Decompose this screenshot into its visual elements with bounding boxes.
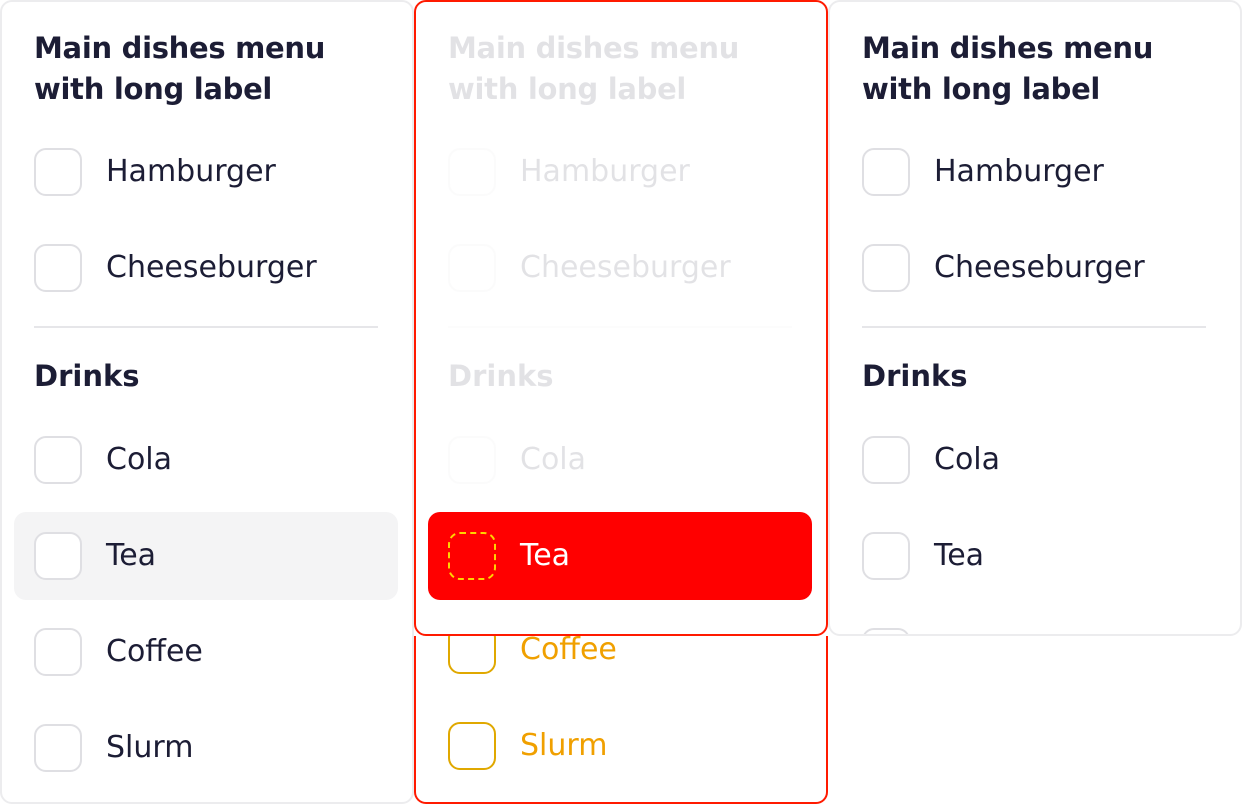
checkbox[interactable] bbox=[862, 532, 910, 580]
option-coffee[interactable]: Coffee bbox=[14, 608, 398, 696]
group-title-main: Main dishes menu with long label bbox=[448, 31, 740, 106]
option-label: Cola bbox=[520, 442, 587, 477]
option-label: Coffee bbox=[106, 634, 203, 669]
option-slurm[interactable]: Slurm bbox=[14, 704, 398, 792]
checkbox[interactable] bbox=[34, 244, 82, 292]
checkbox[interactable] bbox=[448, 148, 496, 196]
divider bbox=[862, 326, 1206, 328]
option-hamburger[interactable]: Hamburger bbox=[842, 128, 1226, 216]
option-cola[interactable]: Cola bbox=[428, 416, 812, 504]
option-label: Cola bbox=[934, 442, 1001, 477]
option-cheeseburger[interactable]: Cheeseburger bbox=[428, 224, 812, 312]
option-cheeseburger[interactable]: Cheeseburger bbox=[14, 224, 398, 312]
checkbox[interactable] bbox=[34, 724, 82, 772]
checkbox[interactable] bbox=[862, 628, 910, 634]
option-cola[interactable]: Cola bbox=[842, 416, 1226, 504]
option-label: Cheeseburger bbox=[520, 250, 731, 285]
option-label: Tea bbox=[934, 538, 985, 573]
option-label: Cheeseburger bbox=[106, 250, 317, 285]
option-label: Tea bbox=[106, 538, 157, 573]
checkbox-focused[interactable] bbox=[448, 532, 496, 580]
option-cola[interactable]: Cola bbox=[14, 416, 398, 504]
checkbox[interactable] bbox=[448, 636, 496, 674]
option-coffee[interactable]: Coffee bbox=[428, 636, 812, 694]
divider bbox=[34, 326, 378, 328]
option-label: Slurm bbox=[106, 730, 194, 765]
option-tea[interactable]: Tea bbox=[842, 512, 1226, 600]
checkbox-menu-demo: Main dishes menu with long label Hamburg… bbox=[0, 0, 1242, 804]
checkbox[interactable] bbox=[862, 244, 910, 292]
option-tea[interactable]: Tea bbox=[14, 512, 398, 600]
option-label: Hamburger bbox=[520, 154, 690, 189]
option-label: Cola bbox=[106, 442, 173, 477]
menu-panel-high-contrast: Main dishes menu with long label Hamburg… bbox=[414, 0, 828, 636]
checkbox[interactable] bbox=[34, 628, 82, 676]
divider bbox=[448, 326, 792, 328]
option-hamburger[interactable]: Hamburger bbox=[14, 128, 398, 216]
checkbox[interactable] bbox=[34, 436, 82, 484]
checkbox[interactable] bbox=[448, 722, 496, 770]
menu-panel-full: Main dishes menu with long label Hamburg… bbox=[0, 0, 414, 804]
checkbox[interactable] bbox=[34, 532, 82, 580]
group-title-drinks: Drinks bbox=[34, 359, 140, 393]
option-label: Tea bbox=[520, 538, 571, 573]
option-label: Cheeseburger bbox=[934, 250, 1145, 285]
option-slurm[interactable]: Slurm bbox=[428, 702, 812, 790]
option-coffee-clipped[interactable] bbox=[842, 608, 1226, 634]
menu-panel-clipped: Main dishes menu with long label Hamburg… bbox=[828, 0, 1242, 636]
checkbox[interactable] bbox=[448, 436, 496, 484]
checkbox[interactable] bbox=[862, 148, 910, 196]
option-cheeseburger[interactable]: Cheeseburger bbox=[842, 224, 1226, 312]
checkbox[interactable] bbox=[448, 244, 496, 292]
group-title-main: Main dishes menu with long label bbox=[862, 31, 1154, 106]
option-label: Hamburger bbox=[934, 154, 1104, 189]
checkbox[interactable] bbox=[34, 148, 82, 196]
option-label: Hamburger bbox=[106, 154, 276, 189]
option-label: Coffee bbox=[520, 636, 617, 667]
option-tea-active[interactable]: Tea bbox=[428, 512, 812, 600]
menu-overflow-area: Coffee Slurm bbox=[414, 636, 828, 804]
group-title-drinks: Drinks bbox=[862, 359, 968, 393]
option-hamburger[interactable]: Hamburger bbox=[428, 128, 812, 216]
option-label: Slurm bbox=[520, 728, 608, 763]
checkbox[interactable] bbox=[862, 436, 910, 484]
group-title-main: Main dishes menu with long label bbox=[34, 31, 326, 106]
group-title-drinks: Drinks bbox=[448, 359, 554, 393]
